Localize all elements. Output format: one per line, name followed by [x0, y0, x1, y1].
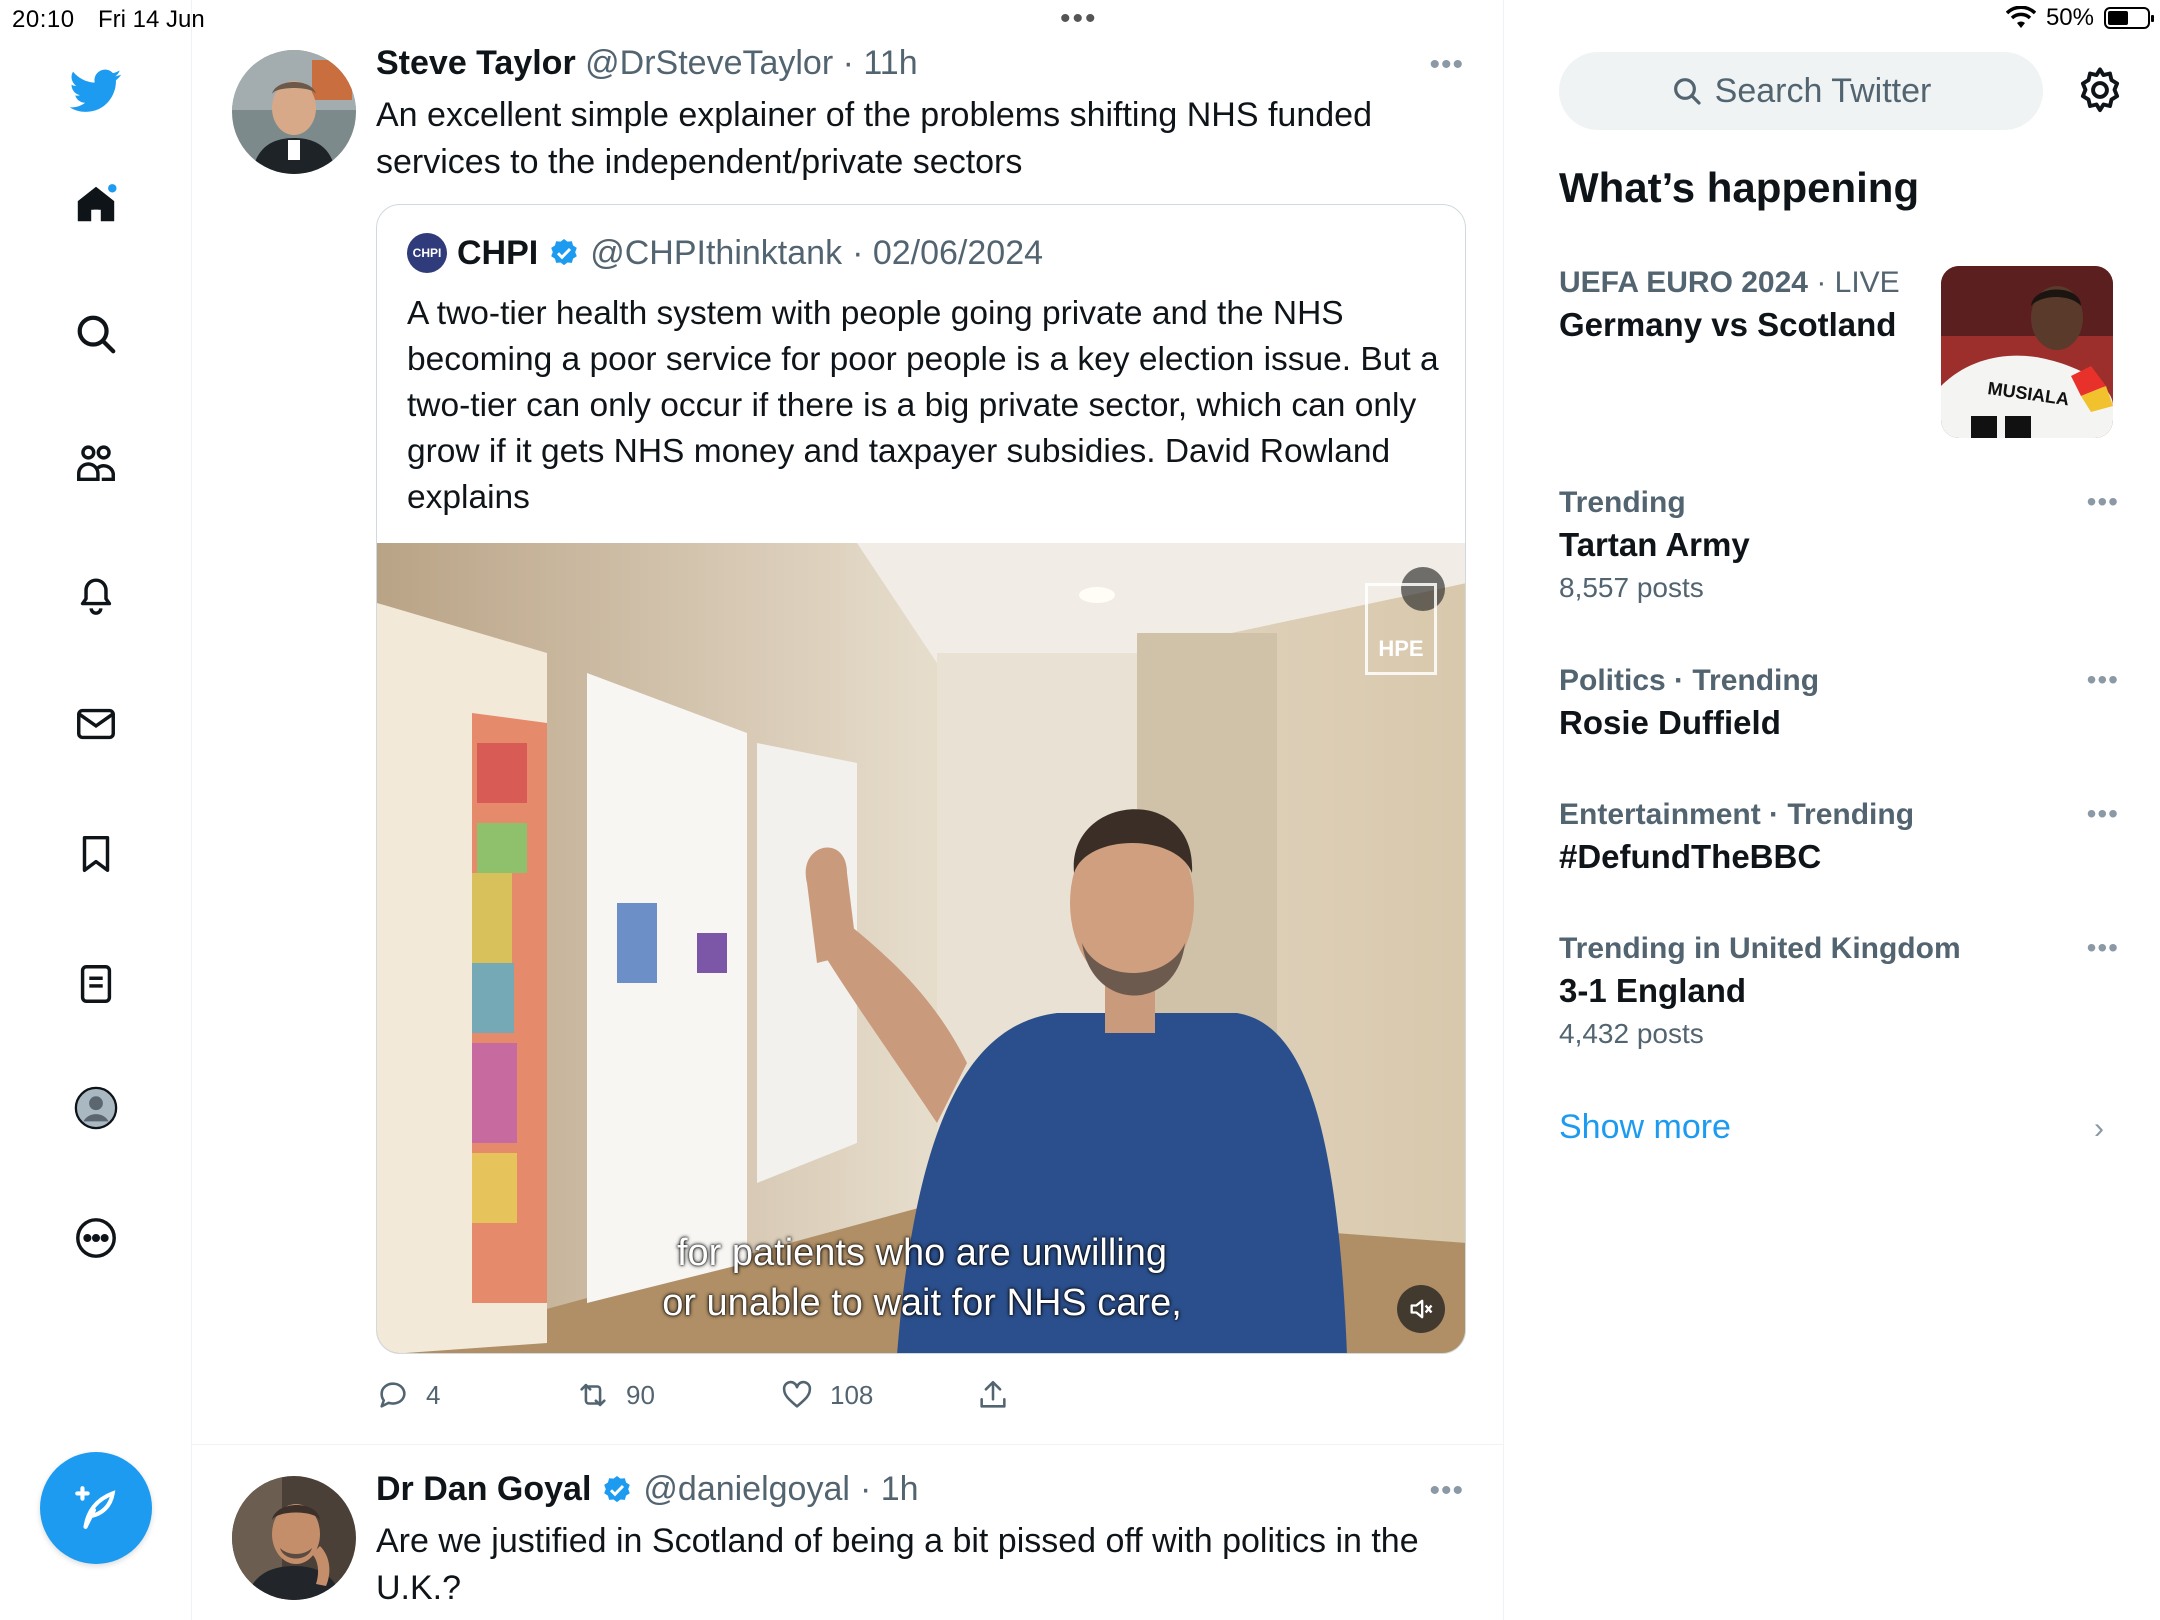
trend-more-button[interactable]: •••: [2087, 932, 2119, 964]
trend-more-button[interactable]: •••: [2087, 486, 2119, 518]
bookmarks-icon[interactable]: [66, 824, 126, 884]
verified-badge-icon: [604, 1475, 631, 1502]
share-button[interactable]: [976, 1378, 1010, 1412]
trend-type-label: · Trending: [1674, 664, 1820, 697]
chpi-avatar[interactable]: CHPI: [407, 233, 447, 273]
trend-more-button[interactable]: •••: [2087, 664, 2119, 696]
search-icon: [1673, 78, 1701, 105]
trend-more-button[interactable]: •••: [2087, 798, 2119, 830]
trend-live-label: · LIVE: [1816, 266, 1900, 299]
compose-feather-icon: [75, 1486, 116, 1529]
heart-icon: [782, 1380, 812, 1408]
profile-avatar-icon[interactable]: [66, 1078, 126, 1138]
avatar-dan-goyal[interactable]: [232, 1476, 356, 1600]
explore-search-icon[interactable]: [66, 304, 126, 364]
retweet-icon: [580, 1383, 606, 1407]
author-name[interactable]: Steve Taylor: [376, 44, 576, 82]
trend-category: Trending: [1559, 486, 1686, 519]
trend-category: Politics · Trending: [1559, 664, 2119, 698]
trend-name: 3-1 England: [1559, 972, 1747, 1009]
quoted-tweet-header: CHPI CHPI @CHPIthinktank · 02/06/2024: [407, 233, 1043, 273]
reply-count: 4: [426, 1379, 441, 1410]
author-handle[interactable]: @danielgoyal: [643, 1470, 850, 1509]
timeline-feed: Steve Taylor @DrSteveTaylor · 11h ••• An…: [192, 0, 1504, 1620]
video-player[interactable]: HPE for patients who are unwilling or un…: [377, 543, 1465, 1353]
trend-name: Rosie Duffield: [1559, 704, 1781, 741]
right-sidebar: Search Twitter What’s happening UEFA EUR…: [1504, 0, 2160, 1620]
tweet-more-button[interactable]: •••: [1429, 1474, 1464, 1508]
author-handle[interactable]: @DrSteveTaylor: [585, 44, 833, 82]
like-count: 108: [830, 1379, 874, 1410]
whats-happening-title: What’s happening: [1559, 164, 1920, 211]
retweet-button[interactable]: 90: [576, 1378, 780, 1412]
tweet-header: Dr Dan Goyal @danielgoyal · 1h: [376, 1470, 919, 1509]
trend-category-label: UEFA EURO 2024: [1559, 266, 1808, 299]
quoted-tweet[interactable]: CHPI CHPI @CHPIthinktank · 02/06/2024 A …: [376, 204, 1466, 1354]
lists-icon[interactable]: [66, 954, 126, 1014]
tweet-more-button[interactable]: •••: [1429, 48, 1464, 82]
trend-item-defund-the-bbc[interactable]: Entertainment · Trending #DefundTheBBC •…: [1559, 798, 2119, 876]
left-nav: [0, 0, 192, 1620]
trend-post-count: 4,432 posts: [1559, 1018, 1704, 1049]
trend-item-3-1-england[interactable]: Trending in United Kingdom 3-1 England 4…: [1559, 932, 2119, 1050]
author-name[interactable]: Dr Dan Goyal: [376, 1470, 591, 1509]
share-icon: [980, 1380, 1006, 1408]
trend-post-count: 8,557 posts: [1559, 572, 1704, 603]
trend-type-label: · Trending: [1769, 798, 1915, 831]
tweet-time[interactable]: · 11h: [843, 44, 918, 82]
trend-category: Trending in United Kingdom: [1559, 932, 1961, 965]
verified-badge-icon: [551, 239, 578, 266]
trend-item-rosie-duffield[interactable]: Politics · Trending Rosie Duffield •••: [1559, 664, 2119, 742]
show-more-link[interactable]: Show more: [1559, 1108, 1731, 1147]
reply-button[interactable]: 4: [376, 1378, 576, 1412]
trend-category: Entertainment · Trending: [1559, 798, 2119, 832]
like-button[interactable]: 108: [780, 1378, 976, 1412]
mute-button[interactable]: [1397, 1285, 1445, 1333]
video-watermark-logo: HPE: [1365, 583, 1437, 675]
avatar-steve-taylor[interactable]: [232, 50, 356, 174]
more-options-icon[interactable]: [66, 1208, 126, 1268]
quoted-author-name[interactable]: CHPI: [457, 234, 538, 273]
speaker-muted-icon: [1410, 1299, 1433, 1319]
chevron-right-icon: ›: [2094, 1112, 2104, 1145]
trend-category-label: Entertainment: [1559, 798, 1761, 831]
quoted-author-handle[interactable]: @CHPIthinktank: [590, 234, 842, 273]
trend-category-label: Politics: [1559, 664, 1666, 697]
compose-tweet-button[interactable]: [40, 1452, 152, 1564]
gear-icon: [2080, 67, 2120, 113]
trend-name: Tartan Army: [1559, 526, 1750, 563]
messages-envelope-icon[interactable]: [66, 694, 126, 754]
retweet-count: 90: [626, 1379, 655, 1410]
euro-2024-thumbnail[interactable]: MUSIALA: [1941, 266, 2113, 438]
twitter-logo-icon[interactable]: [66, 60, 126, 120]
home-icon[interactable]: [66, 174, 126, 234]
tweet-text: Are we justified in Scotland of being a …: [376, 1522, 1419, 1607]
reply-icon: [380, 1382, 406, 1408]
video-caption-line-2: or unable to wait for NHS care,: [662, 1282, 1182, 1324]
search-twitter-field[interactable]: Search Twitter: [1559, 52, 2043, 130]
tweet-header: Steve Taylor @DrSteveTaylor · 11h: [376, 44, 918, 83]
search-placeholder: Search Twitter: [1714, 71, 1932, 110]
communities-icon[interactable]: [66, 434, 126, 494]
trend-name: #DefundTheBBC: [1559, 838, 1822, 875]
notifications-bell-icon[interactable]: [66, 564, 126, 624]
quoted-tweet-text: A two-tier health system with people goi…: [407, 295, 1439, 516]
tweet-actions: 4 90 108: [376, 1372, 1010, 1418]
trend-item-tartan-army[interactable]: Trending Tartan Army 8,557 posts •••: [1559, 486, 2119, 604]
video-caption-line-1: for patients who are unwilling: [676, 1232, 1168, 1274]
tweet-text: An excellent simple explainer of the pro…: [376, 96, 1372, 181]
tweet-divider: [192, 1444, 1504, 1445]
tweet-time[interactable]: · 1h: [860, 1470, 919, 1509]
quoted-tweet-date[interactable]: · 02/06/2024: [852, 234, 1043, 273]
settings-button[interactable]: [2074, 64, 2126, 116]
